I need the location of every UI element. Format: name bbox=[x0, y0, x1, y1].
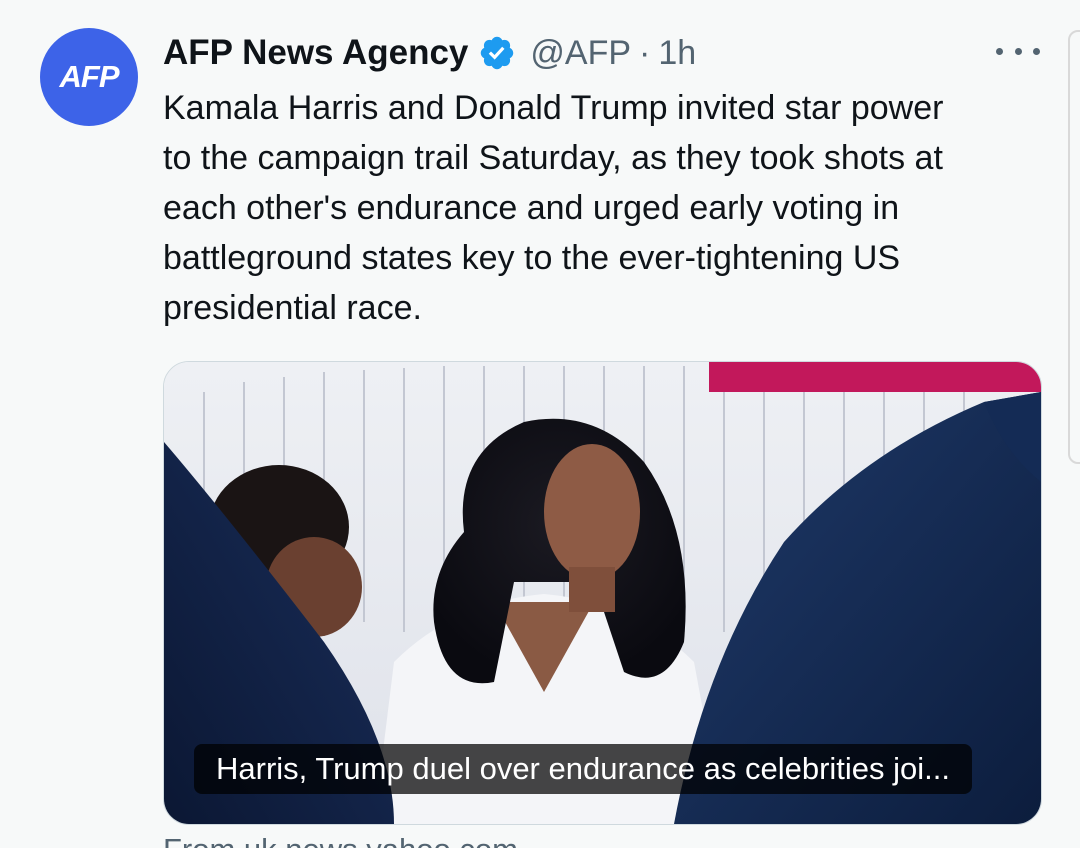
tweet[interactable]: AFP AFP News Agency @AFP · 1h Kamala Har… bbox=[0, 0, 1080, 848]
link-card-source[interactable]: From uk.news.yahoo.com bbox=[163, 832, 518, 848]
link-card-media[interactable]: Harris, Trump duel over endurance as cel… bbox=[163, 361, 1042, 825]
tweet-text: Kamala Harris and Donald Trump invited s… bbox=[163, 89, 944, 327]
face bbox=[544, 444, 640, 580]
timestamp[interactable]: 1h bbox=[658, 34, 696, 73]
author-handle[interactable]: @AFP bbox=[530, 34, 631, 73]
verified-badge-icon bbox=[481, 36, 514, 70]
more-options-icon[interactable] bbox=[996, 36, 1040, 66]
more-dot bbox=[1014, 47, 1022, 55]
link-card-title[interactable]: Harris, Trump duel over endurance as cel… bbox=[194, 744, 972, 794]
avatar[interactable]: AFP bbox=[40, 28, 138, 126]
separator-dot: · bbox=[639, 33, 651, 72]
avatar-logo-text: AFP bbox=[59, 59, 120, 94]
more-dot bbox=[1033, 47, 1040, 55]
display-name[interactable]: AFP News Agency bbox=[163, 33, 468, 73]
more-dot bbox=[996, 47, 1003, 55]
tweet-header: AFP News Agency @AFP · 1h bbox=[163, 30, 696, 76]
adjacent-panel-edge bbox=[1068, 30, 1080, 464]
sign-panel bbox=[709, 362, 1041, 392]
